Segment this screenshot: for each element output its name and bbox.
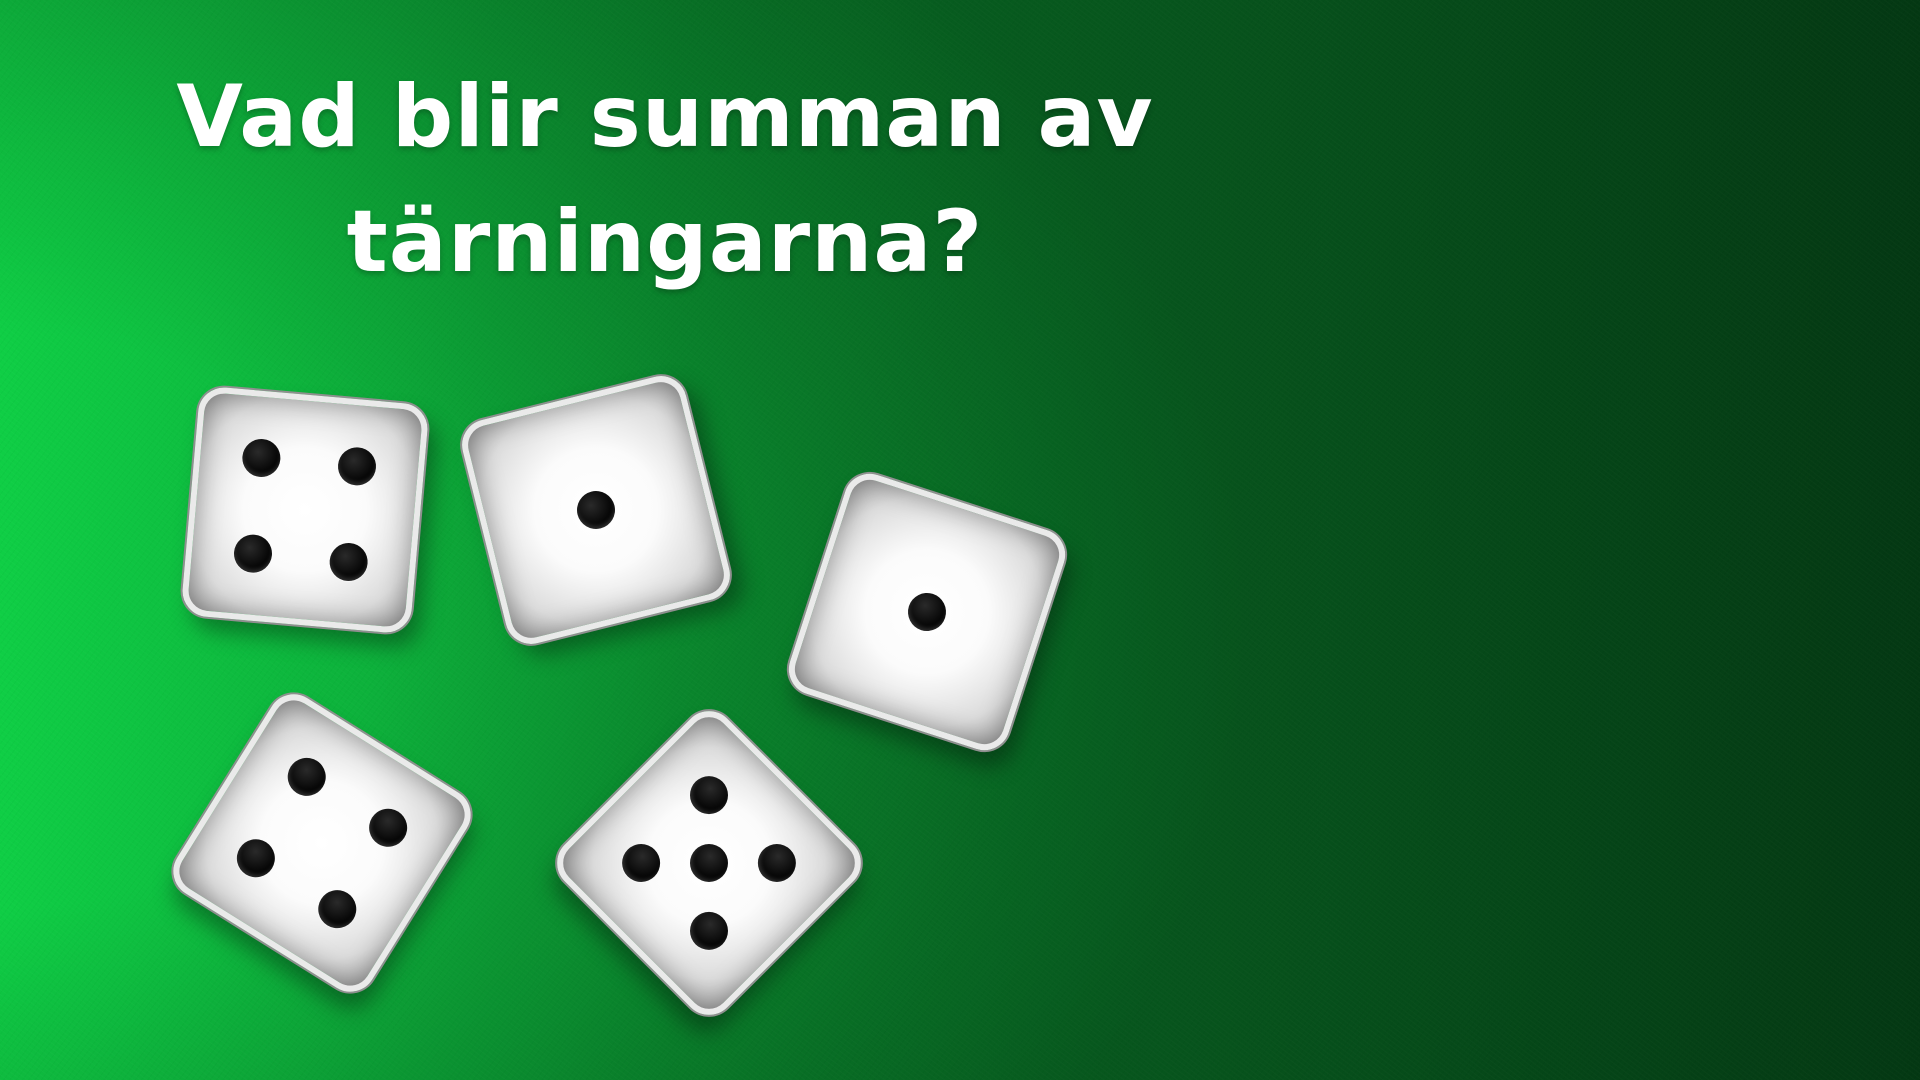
die-pip	[572, 486, 620, 534]
die-pip	[311, 882, 364, 936]
question-heading: Vad blir summan av tärningarna?	[105, 55, 1225, 305]
die-1	[180, 385, 430, 635]
game-table: Vad blir summan av tärningarna?	[0, 0, 1920, 1080]
die-pip	[336, 445, 378, 487]
die-pip	[280, 750, 333, 804]
die-pip	[682, 836, 736, 890]
die-pip	[232, 533, 274, 575]
question-line-1: Vad blir summan av	[176, 67, 1154, 167]
die-pip	[229, 832, 283, 885]
die-pip	[240, 437, 282, 479]
die-pip	[614, 836, 669, 890]
question-line-2: tärningarna?	[346, 192, 984, 292]
die-pip	[328, 541, 370, 583]
die-pip	[903, 588, 951, 636]
die-pip	[749, 836, 804, 890]
die-pip	[682, 903, 736, 958]
die-pip	[682, 768, 736, 823]
die-pip	[361, 801, 415, 854]
